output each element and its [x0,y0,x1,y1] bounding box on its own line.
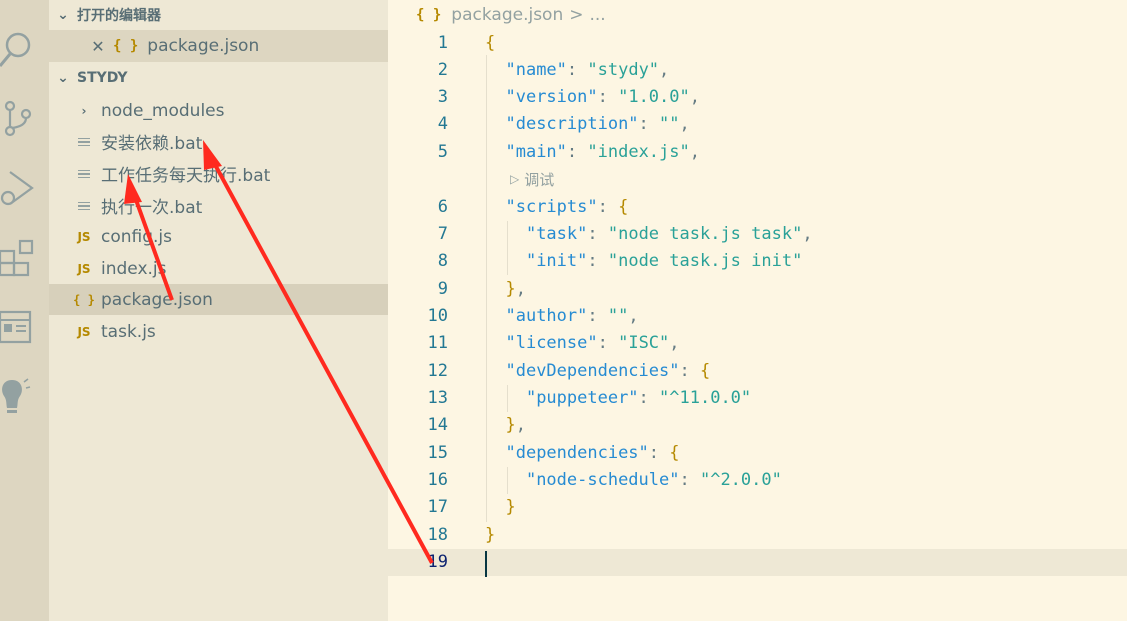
json-icon: { } [416,7,442,23]
chevron-down-icon: ⌄ [57,7,69,23]
chevron-right-icon: › [81,103,87,118]
breadcrumb-separator: > [569,5,584,25]
file-lines-icon [71,200,97,212]
code-line: 11 "license": "ISC", [388,330,1127,357]
tree-item-install-bat[interactable]: 安装依赖.bat [49,126,388,157]
code-line: 15 "dependencies": { [388,440,1127,467]
line-number: 3 [437,87,448,107]
json-icon: { } [73,292,95,307]
js-icon: JS [77,324,91,339]
project-folder-label: STYDY [77,70,128,86]
line-number: 18 [427,525,448,545]
line-number: 19 [427,552,448,572]
line-number: 4 [437,114,448,134]
extensions-icon[interactable] [0,237,40,281]
run-debug-icon[interactable] [0,166,40,210]
code-line: 9 }, [388,276,1127,303]
remote-explorer-icon[interactable] [0,306,40,350]
tree-item-node-modules[interactable]: › node_modules [49,95,388,126]
tree-item-label: task.js [101,321,156,342]
code-line: 16 "node-schedule": "^2.0.0" [388,467,1127,494]
code-line: 7 "task": "node task.js task", [388,221,1127,248]
js-icon: JS [77,229,91,244]
code-line: 3 "version": "1.0.0", [388,84,1127,111]
code-editor[interactable]: { } package.json > ... 1 { 2 "name": "st… [388,0,1127,621]
tree-item-label: package.json [101,289,213,310]
code-line: 6 "scripts": { [388,194,1127,221]
open-editor-item[interactable]: ✕ { } package.json [49,30,388,62]
line-number: 5 [437,142,448,162]
open-editors-label: 打开的编辑器 [77,8,161,24]
code-line: 13 "puppeteer": "^11.0.0" [388,385,1127,412]
file-lines-icon [71,136,97,148]
line-number: 7 [437,224,448,244]
search-icon[interactable] [0,26,40,70]
code-line: 12 "devDependencies": { [388,358,1127,385]
tree-item-config-js[interactable]: JS config.js [49,221,388,252]
line-number: 8 [437,251,448,271]
play-icon: ▷ [510,172,520,186]
source-control-icon[interactable] [0,98,40,142]
lightbulb-icon[interactable] [0,374,40,418]
code-line: 2 "name": "stydy", [388,57,1127,84]
js-icon: JS [77,261,91,276]
open-editors-header[interactable]: ⌄ 打开的编辑器 [49,0,388,30]
explorer-sidebar: ⌄ 打开的编辑器 ✕ { } package.json ⌄ STYDY › no… [49,0,388,621]
code-line: 14 }, [388,412,1127,439]
tree-item-label: 安装依赖.bat [101,134,203,154]
text-cursor [485,551,487,577]
code-line: 18 } [388,522,1127,549]
line-number: 11 [427,333,448,353]
chevron-down-icon: ⌄ [57,70,69,86]
code-line: 4 "description": "", [388,111,1127,138]
tree-item-label: 执行一次.bat [101,198,203,218]
tree-item-label: node_modules [101,100,225,121]
breadcrumb: { } package.json > ... [416,3,606,27]
current-line: 19 [388,549,1127,576]
line-number: 13 [427,388,448,408]
line-number: 17 [427,497,448,517]
line-number: 9 [437,279,448,299]
code-line: 1 { [388,30,1127,57]
activity-bar [0,0,49,621]
line-number: 15 [427,443,448,463]
code-line: 5 "main": "index.js", [388,139,1127,166]
line-number: 10 [427,306,448,326]
line-number: 16 [427,470,448,490]
tree-item-label: config.js [101,226,173,247]
line-number: 1 [437,33,448,53]
breadcrumb-more[interactable]: ... [589,5,605,25]
json-icon: { } [113,38,139,54]
tree-item-index-js[interactable]: JS index.js [49,253,388,284]
tree-item-task-js[interactable]: JS task.js [49,316,388,347]
tree-item-label: index.js [101,258,167,279]
tree-item-daily-task-bat[interactable]: 工作任务每天执行.bat [49,158,388,189]
code-line: 17 } [388,494,1127,521]
line-number: 2 [437,60,448,80]
breadcrumb-file[interactable]: package.json [451,5,563,25]
codelens-label: 调试 [524,170,555,189]
tree-item-label: 工作任务每天执行.bat [101,166,271,186]
code-line: 8 "init": "node task.js init" [388,248,1127,275]
line-number: 6 [437,197,448,217]
tree-item-run-once-bat[interactable]: 执行一次.bat [49,190,388,221]
project-folder-header[interactable]: ⌄ STYDY [49,63,388,93]
tree-item-package-json[interactable]: { } package.json [49,284,388,315]
line-number: 12 [427,361,448,381]
open-editor-file-label: package.json [147,36,260,56]
close-icon[interactable]: ✕ [83,37,113,56]
code-line: 10 "author": "", [388,303,1127,330]
file-lines-icon [71,168,97,180]
line-number: 14 [427,415,448,435]
debug-codelens[interactable]: ▷ 调试 [510,167,554,191]
